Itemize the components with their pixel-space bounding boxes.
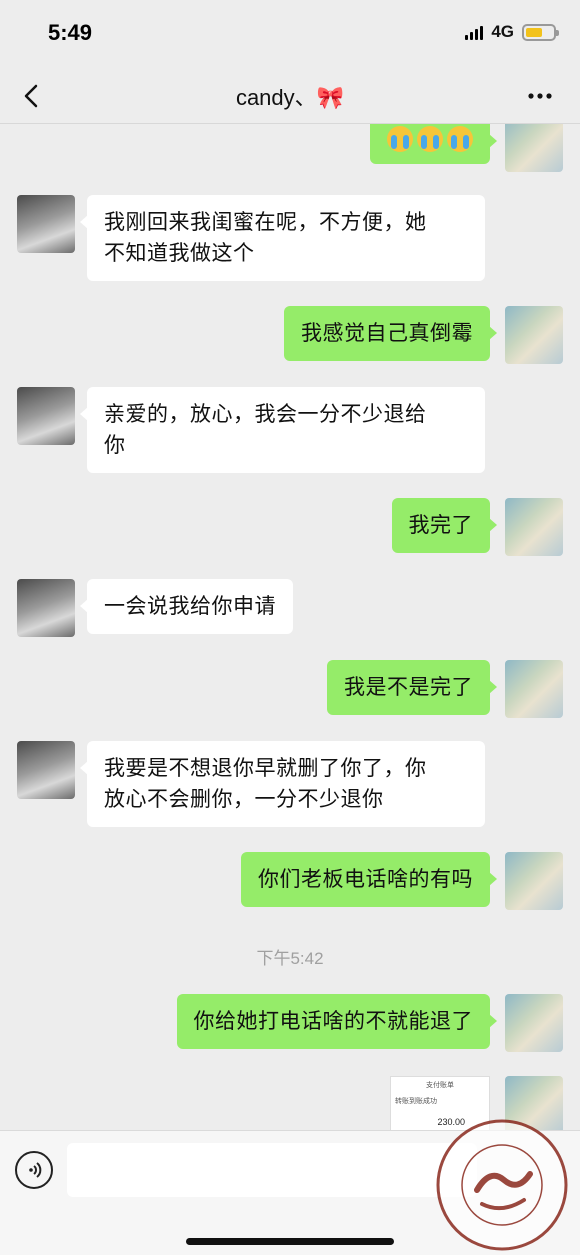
avatar-contact[interactable] bbox=[17, 195, 75, 253]
avatar-self[interactable] bbox=[505, 306, 563, 364]
message-input[interactable] bbox=[67, 1143, 477, 1197]
message-bubble[interactable]: 我刚回来我闺蜜在呢，不方便，她 不知道我做这个 bbox=[80, 195, 485, 281]
thumb-status: 转账到账成功 bbox=[395, 1098, 437, 1105]
crying-emoji-icon bbox=[387, 126, 413, 152]
status-indicators: 4G bbox=[465, 22, 559, 42]
voice-icon bbox=[29, 1162, 42, 1178]
watermark-seal bbox=[436, 1119, 568, 1251]
message-timestamp: 下午5:42 bbox=[256, 949, 324, 968]
crying-emoji-icons bbox=[387, 126, 473, 152]
battery-icon bbox=[522, 23, 559, 41]
message-bubble[interactable]: 我是不是完了 bbox=[327, 660, 497, 715]
status-bar: 5:49 4G bbox=[0, 0, 580, 68]
avatar-contact[interactable] bbox=[17, 387, 75, 445]
message-bubble[interactable]: 亲爱的，放心，我会一分不少退给 你 bbox=[80, 387, 485, 473]
network-type: 4G bbox=[491, 22, 514, 41]
more-dots-icon bbox=[528, 93, 552, 99]
message-bubble[interactable]: 你给她打电话啥的不就能退了 bbox=[176, 994, 497, 1049]
avatar-self[interactable] bbox=[505, 498, 563, 556]
voice-button[interactable] bbox=[15, 1151, 53, 1189]
chat-header: candy、🎀 bbox=[0, 68, 580, 124]
chat-title: candy、🎀 bbox=[235, 85, 345, 110]
avatar-self[interactable] bbox=[505, 660, 563, 718]
avatar-self[interactable] bbox=[505, 994, 563, 1052]
avatar-contact[interactable] bbox=[17, 741, 75, 799]
status-time: 5:49 bbox=[48, 20, 93, 45]
message-bubble[interactable]: 我要是不想退你早就删了你了，你 放心不会删你，一分不少退你 bbox=[80, 741, 485, 827]
signal-icon bbox=[465, 24, 484, 40]
message-bubble[interactable]: 一会说我给你申请 bbox=[80, 579, 293, 634]
avatar-self[interactable] bbox=[505, 124, 563, 172]
crying-emoji-icon bbox=[447, 126, 473, 152]
home-indicator bbox=[186, 1238, 394, 1245]
message-list[interactable]: 我刚回来我闺蜜在呢，不方便，她 不知道我做这个 我感觉自己真倒霉 亲爱的，放心，… bbox=[0, 124, 580, 1130]
thumb-title: 支付账单 bbox=[426, 1082, 454, 1089]
more-button[interactable] bbox=[520, 84, 560, 108]
message-bubble[interactable] bbox=[370, 124, 497, 164]
message-bubble[interactable]: 你们老板电话啥的有吗 bbox=[241, 852, 497, 907]
message-bubble[interactable]: 我感觉自己真倒霉 bbox=[284, 306, 497, 361]
avatar-self[interactable] bbox=[505, 852, 563, 910]
avatar-contact[interactable] bbox=[17, 579, 75, 637]
message-bubble[interactable]: 我完了 bbox=[391, 498, 497, 553]
crying-emoji-icon bbox=[417, 126, 443, 152]
